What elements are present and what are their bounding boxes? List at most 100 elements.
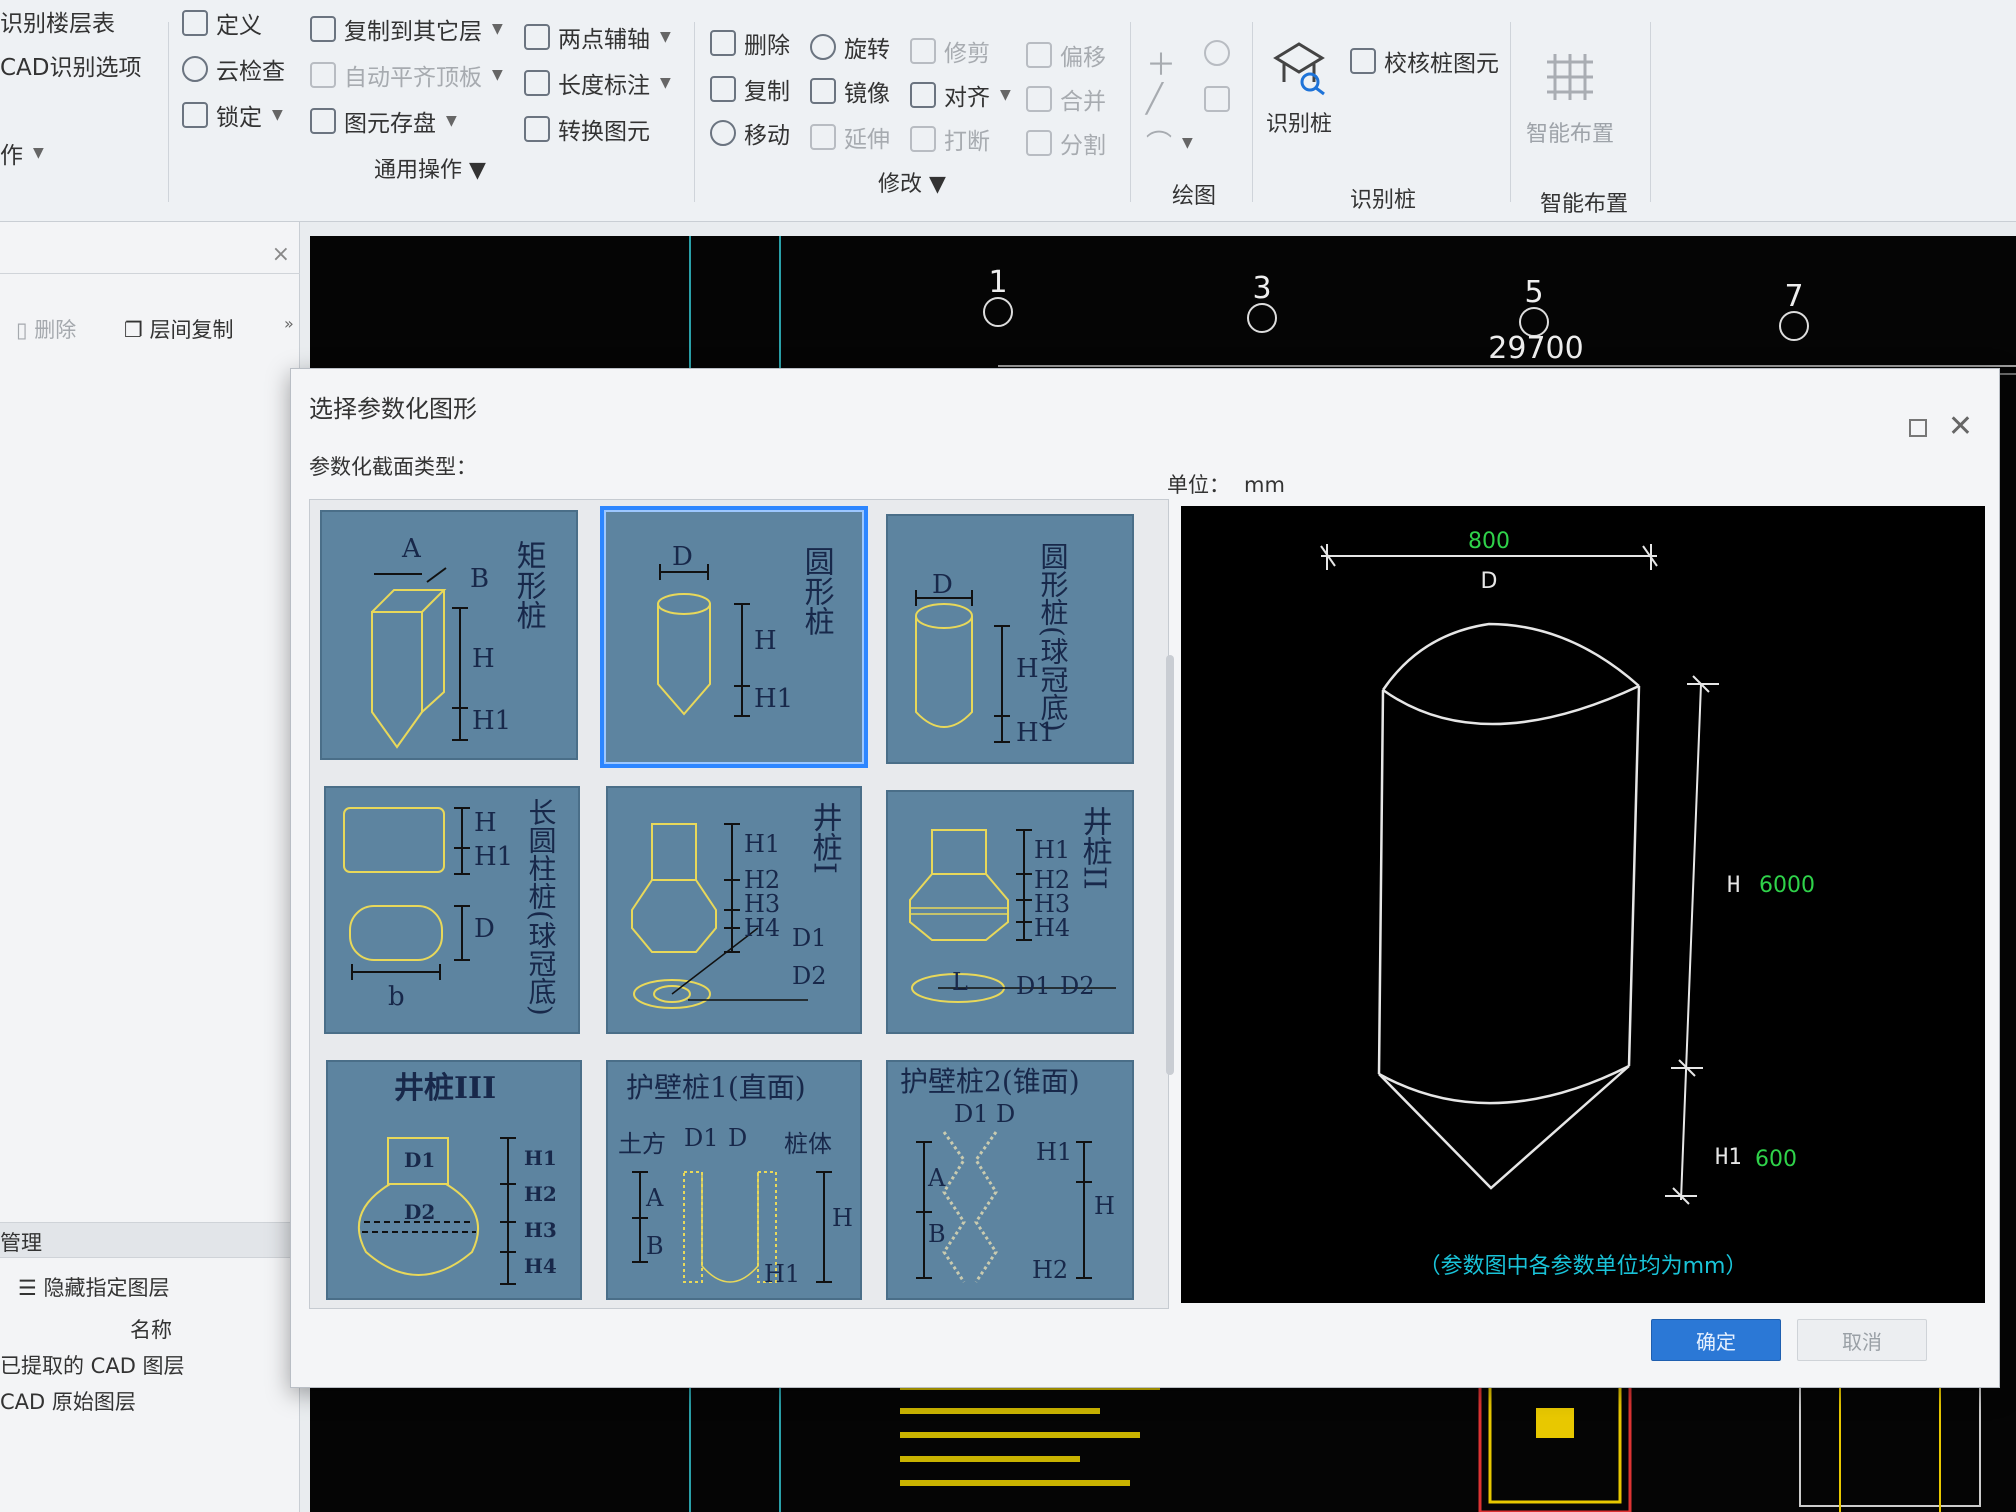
length-dim-button[interactable]: 长度标注 ▼ (524, 66, 671, 100)
panel-delete-button[interactable]: ▯ 删除 (16, 314, 76, 344)
close-icon[interactable]: × (272, 242, 290, 267)
copy-to-floor-label: 复制到其它层 (344, 19, 482, 45)
identify-pile-button[interactable]: 识别桩 (1266, 38, 1332, 138)
rotate-button[interactable]: 旋转 (810, 30, 890, 64)
cloud-check-button[interactable]: 云检查 (182, 52, 285, 86)
align-label: 对齐 (944, 85, 990, 111)
tile-retaining-pile-straight[interactable]: 护壁桩1(直面) 土方 D1 D 桩体 A B H H1 (606, 1060, 862, 1300)
more-icon[interactable]: » (284, 314, 294, 333)
extend-button[interactable]: 延伸 (810, 120, 890, 154)
chevron-down-icon: ▼ (469, 158, 486, 183)
general-ops-text: 通用操作 (374, 158, 463, 183)
tile-well-pile-2[interactable]: 井桩II H1 H2 H3 H4 L D1 D2 (886, 790, 1134, 1034)
tile-well-pile-1[interactable]: 井桩I H1 H2 H3 H4 D1 D2 (606, 786, 862, 1034)
tile-label: H1 (1036, 1138, 1073, 1166)
split-button[interactable]: 分割 (1026, 126, 1106, 160)
grid-axis-5: 5 (1519, 275, 1549, 337)
modify-group-label[interactable]: 修改 ▼ (878, 166, 946, 198)
mirror-button[interactable]: 镜像 (810, 74, 890, 108)
rotate-icon (810, 34, 836, 60)
two-point-aux-button[interactable]: 两点辅轴 ▼ (524, 20, 671, 54)
merge-icon (1026, 86, 1052, 112)
draw-arc-button[interactable]: ⌒ ▼ (1146, 124, 1193, 161)
tile-name: 护壁桩2(锥面) (900, 1065, 1080, 1098)
define-button[interactable]: 定义 (182, 6, 262, 40)
move-button[interactable]: 移动 (710, 116, 790, 150)
tile-label: H4 (744, 914, 781, 942)
tile-label: H4 (1034, 914, 1071, 942)
ribbon-separator (1510, 22, 1511, 202)
draw-circle-button[interactable] (1204, 40, 1230, 66)
operation-menu[interactable]: 作 ▼ (0, 136, 44, 170)
floor-copy-button[interactable]: ❐ 层间复制 (124, 314, 234, 344)
section-type-grid: 矩形桩 A B H H1 圆形桩 D H H1 圆形桩(球冠底) D H H1 … (309, 499, 1174, 1309)
tile-label: D1 (1016, 972, 1051, 1000)
save-element-button[interactable]: 图元存盘 ▼ (310, 104, 457, 138)
copy-to-floor-button[interactable]: 复制到其它层 ▼ (310, 12, 503, 46)
length-dim-label: 长度标注 (558, 73, 650, 99)
check-pile-button[interactable]: 校核桩图元 (1350, 44, 1499, 78)
close-icon[interactable]: ✕ (1948, 409, 1973, 444)
tile-well-pile-3[interactable]: 井桩III D1 D2 H1 H2 H3 H4 (326, 1060, 582, 1300)
lock-icon (182, 102, 208, 128)
lock-button[interactable]: 锁定 ▼ (182, 98, 283, 132)
offset-button[interactable]: 偏移 (1026, 38, 1106, 72)
h-label: H (1727, 873, 1740, 898)
check-pile-icon (1350, 48, 1376, 74)
tile-label: H2 (744, 866, 781, 894)
tile-label: H (472, 644, 495, 674)
extend-icon (810, 124, 836, 150)
trim-label: 修剪 (944, 41, 990, 67)
tile-grid-scrollbar[interactable] (1166, 655, 1174, 1075)
layers-icon: ☰ (18, 1276, 44, 1300)
cancel-button[interactable]: 取消 (1797, 1319, 1927, 1361)
grid-axis-7: 7 (1779, 279, 1809, 341)
tile-round-pile-spherical-cap[interactable]: 圆形桩(球冠底) D H H1 (886, 514, 1134, 764)
tile-rectangular-pile[interactable]: 矩形桩 A B H H1 (320, 510, 578, 760)
maximize-icon[interactable] (1909, 419, 1927, 437)
layer-extracted-item[interactable]: 已提取的 CAD 图层 (0, 1350, 300, 1380)
copy-button[interactable]: 复制 (710, 72, 790, 106)
extend-label: 延伸 (844, 127, 890, 153)
identify-floor-table-button[interactable]: 识别楼层表 (0, 4, 115, 38)
hide-layers-label: 隐藏指定图层 (43, 1276, 170, 1300)
general-ops-group-label[interactable]: 通用操作 ▼ (374, 152, 486, 184)
section-type-label: 参数化截面类型： (309, 455, 477, 479)
ok-button[interactable]: 确定 (1651, 1319, 1781, 1361)
ribbon-separator (1252, 22, 1253, 202)
copy-icon: ❐ (124, 318, 150, 342)
tile-label: H (754, 626, 777, 656)
break-button[interactable]: 打断 (910, 122, 990, 156)
ribbon-separator (1130, 22, 1131, 202)
draw-rect-button[interactable] (1204, 86, 1230, 112)
delete-button[interactable]: 删除 (710, 26, 790, 60)
layer-original-item[interactable]: CAD 原始图层 (0, 1386, 300, 1416)
ribbon-toolbar: 识别楼层表 CAD识别选项 作 ▼ 定义 云检查 锁定 ▼ 复制到其它层 ▼ 自动平齐… (0, 0, 2016, 222)
tile-retaining-pile-cone[interactable]: 护壁桩2(锥面) D1 D A B H1 H H2 (886, 1060, 1134, 1300)
tile-label: H1 (524, 1146, 557, 1170)
smart-layout-button[interactable]: 智能布置 (1526, 48, 1614, 148)
draw-point-button[interactable]: ＋ (1146, 40, 1176, 84)
axis-label-3: 3 (1252, 271, 1271, 306)
draw-group-label: 绘图 (1172, 184, 1217, 209)
rectangle-icon (1204, 86, 1230, 112)
move-icon (710, 120, 736, 146)
tile-name: 圆形桩 (798, 546, 834, 636)
tile-long-round-column-pile[interactable]: 长圆柱桩(球冠底) H H1 D b (324, 786, 580, 1034)
convert-element-button[interactable]: 转换图元 (524, 112, 650, 146)
tile-label: A (646, 1184, 664, 1212)
cad-identify-options-button[interactable]: CAD识别选项 (0, 48, 142, 82)
draw-line-button[interactable]: ╱ (1146, 82, 1163, 115)
tile-round-pile[interactable]: 圆形桩 D H H1 (600, 506, 868, 768)
merge-button[interactable]: 合并 (1026, 82, 1106, 116)
copy-icon (710, 76, 736, 102)
auto-flush-button[interactable]: 自动平齐顶板 ▼ (310, 58, 503, 92)
tile-name: 圆形桩(球冠底) (1036, 542, 1070, 732)
layer-name-header: 名称 (0, 1314, 300, 1344)
hide-layers-button[interactable]: ☰ 隐藏指定图层 (0, 1272, 300, 1302)
axis-label-7: 7 (1784, 279, 1803, 314)
align-button[interactable]: 对齐 ▼ (910, 78, 1011, 112)
tile-label: H2 (1032, 1256, 1069, 1284)
tile-label: H1 (474, 842, 514, 872)
trim-button[interactable]: 修剪 (910, 34, 990, 68)
